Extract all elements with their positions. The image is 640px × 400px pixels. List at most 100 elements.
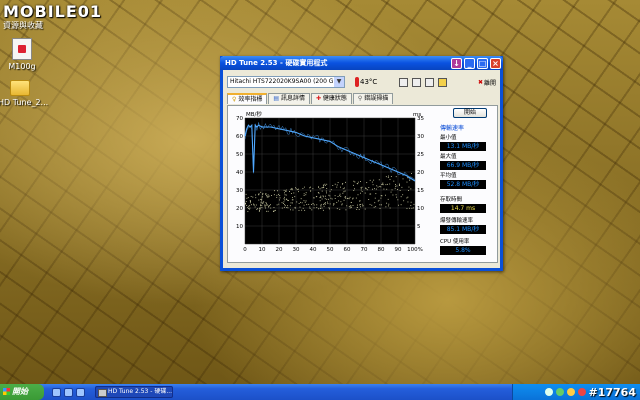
access-time-point: [321, 207, 323, 209]
start-menu-button[interactable]: 開始: [0, 384, 44, 400]
access-time-point: [268, 205, 270, 207]
access-time-point: [344, 196, 346, 198]
chevron-down-icon[interactable]: ▼: [334, 77, 344, 87]
tray-network-icon[interactable]: [544, 388, 553, 396]
tab-bar: ♀ 效率指標 ▤ 訊息詳情 ✚ 健康狀態 ⚲ 錯誤掃描: [223, 93, 500, 104]
quick-launch: [52, 387, 85, 397]
access-time-point: [266, 210, 268, 212]
access-time-point: [360, 187, 362, 189]
taskbar-item-hdtune[interactable]: HD Tune 2.53 - 硬碟...: [95, 386, 173, 398]
access-time-point: [319, 197, 321, 199]
access-time-point: [295, 187, 296, 189]
access-time-point: [386, 202, 388, 204]
desktop-icon-hdtune[interactable]: HD Tune_2...: [0, 76, 48, 107]
access-time-point: [290, 188, 292, 190]
ie-icon[interactable]: [52, 387, 61, 397]
access-time-point: [368, 187, 370, 188]
exit-label: 離開: [483, 79, 496, 87]
tray-warning-icon[interactable]: [566, 388, 575, 396]
access-time-point: [300, 201, 301, 203]
access-time-point: [291, 199, 293, 201]
access-time-point: [325, 203, 326, 205]
minimize-button[interactable]: _: [464, 57, 475, 69]
maximize-button[interactable]: □: [477, 57, 488, 69]
access-time-point: [268, 204, 270, 206]
access-time-point: [359, 192, 361, 194]
access-time-point: [408, 186, 410, 188]
access-time-point: [308, 203, 310, 205]
exit-button[interactable]: ✖ 離開: [478, 78, 496, 87]
drive-select[interactable]: Hitachi HTS722020K9SA00 (200 GB) ▼: [227, 76, 345, 88]
access-time-point: [372, 184, 374, 186]
start-button[interactable]: 開始: [453, 108, 487, 118]
close-button[interactable]: ×: [490, 57, 501, 69]
access-time-point: [268, 195, 270, 197]
access-time-point: [352, 198, 354, 200]
copy-all-icon[interactable]: [412, 77, 422, 87]
access-time-point: [327, 201, 328, 203]
access-time-point: [313, 207, 315, 209]
access-time-point: [293, 192, 295, 194]
access-time-point: [281, 207, 283, 209]
access-time-point: [407, 201, 409, 203]
access-time-point: [253, 204, 255, 206]
access-time-point: [346, 198, 348, 199]
access-time-point: [249, 207, 251, 209]
access-time-point: [339, 208, 341, 210]
access-time-point: [267, 204, 268, 206]
access-time-point: [246, 205, 248, 206]
access-time-point: [301, 202, 303, 204]
access-time-point: [370, 193, 372, 195]
tray-security-icon[interactable]: [577, 388, 586, 396]
media-player-icon[interactable]: [76, 387, 85, 397]
access-time-point: [279, 195, 281, 197]
access-time-point: [395, 183, 396, 185]
access-time-point: [258, 208, 260, 210]
tab-benchmark[interactable]: ♀ 效率指標: [227, 93, 268, 104]
access-time-point: [366, 182, 368, 184]
desktop-icon-m100g[interactable]: M100g: [0, 38, 44, 71]
access-time-point: [264, 207, 266, 209]
access-time-point: [337, 196, 339, 197]
access-time-point: [284, 192, 285, 194]
access-time-point: [387, 205, 389, 207]
access-time-point: [325, 195, 327, 197]
access-time-point: [249, 202, 251, 204]
access-time-point: [303, 195, 305, 196]
access-time-point: [261, 198, 263, 200]
access-time-point: [401, 186, 403, 188]
access-time-point: [390, 176, 392, 178]
show-desktop-icon[interactable]: [64, 387, 73, 397]
download-icon[interactable]: ↓: [451, 57, 462, 69]
access-time-point: [259, 209, 260, 211]
access-time-point: [287, 207, 289, 209]
access-time-point: [282, 203, 284, 204]
access-time-point: [273, 194, 275, 196]
tray-status-icon[interactable]: [555, 388, 564, 396]
tab-info[interactable]: ▤ 訊息詳情: [268, 93, 310, 104]
save-icon[interactable]: [425, 77, 435, 87]
access-time-point: [295, 188, 297, 190]
access-time-point: [360, 181, 361, 183]
tab-health[interactable]: ✚ 健康狀態: [310, 93, 352, 104]
tab-error-scan[interactable]: ⚲ 錯誤掃描: [352, 93, 394, 104]
burst-label: 爆發傳輸速率: [440, 218, 474, 224]
access-time-point: [261, 207, 263, 208]
window-titlebar[interactable]: HD Tune 2.53 - 硬碟實用程式 ↓ _ □ ×: [220, 56, 503, 70]
access-time-point: [309, 206, 311, 208]
transfer-rate-group: 傳輸速率 最小值 13.1 MB/秒 最大值 66.9 MB/秒 平均值 52.…: [440, 123, 496, 189]
access-time-point: [286, 207, 288, 208]
access-time-point: [358, 209, 360, 211]
access-time-point: [399, 184, 400, 186]
access-time-point: [249, 205, 251, 207]
access-time-point: [396, 185, 398, 187]
system-tray: #17764: [512, 384, 640, 400]
copy-icon[interactable]: [399, 77, 409, 87]
access-time-point: [322, 184, 324, 186]
access-time-point: [290, 202, 292, 204]
access-time-point: [254, 206, 256, 208]
x-tick-label: 80: [378, 247, 385, 253]
options-icon[interactable]: [438, 77, 448, 87]
access-time-point: [285, 198, 287, 200]
access-time-point: [271, 194, 273, 196]
